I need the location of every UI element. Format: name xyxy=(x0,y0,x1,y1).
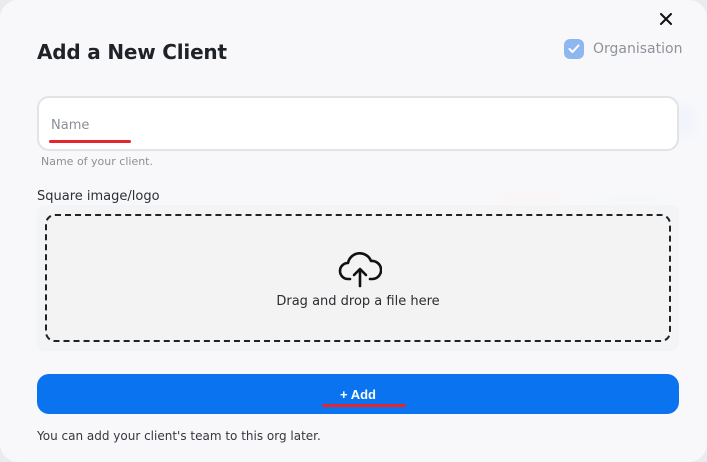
annotation-underline xyxy=(49,140,131,143)
name-helper-text: Name of your client. xyxy=(41,155,153,168)
dropzone-container: Drag and drop a file here xyxy=(37,205,679,351)
add-client-button[interactable]: + Add xyxy=(37,374,679,414)
name-field[interactable] xyxy=(37,96,679,151)
file-dropzone[interactable]: Drag and drop a file here xyxy=(45,214,671,342)
upload-label: Square image/logo xyxy=(37,189,160,204)
check-icon xyxy=(568,44,580,53)
name-input[interactable] xyxy=(51,113,471,137)
dialog-title: Add a New Client xyxy=(37,40,227,64)
cloud-upload-icon xyxy=(338,252,382,288)
dropzone-text: Drag and drop a file here xyxy=(276,294,440,309)
organisation-checkbox[interactable]: Organisation xyxy=(564,38,682,60)
add-client-dialog: Add a New Client Organisation Name of yo… xyxy=(0,0,707,462)
close-icon xyxy=(660,13,672,25)
close-button[interactable] xyxy=(656,9,676,29)
footer-note: You can add your client's team to this o… xyxy=(37,429,321,443)
annotation-underline xyxy=(322,404,406,407)
organisation-label: Organisation xyxy=(593,41,683,57)
checkbox-box[interactable] xyxy=(564,39,584,59)
